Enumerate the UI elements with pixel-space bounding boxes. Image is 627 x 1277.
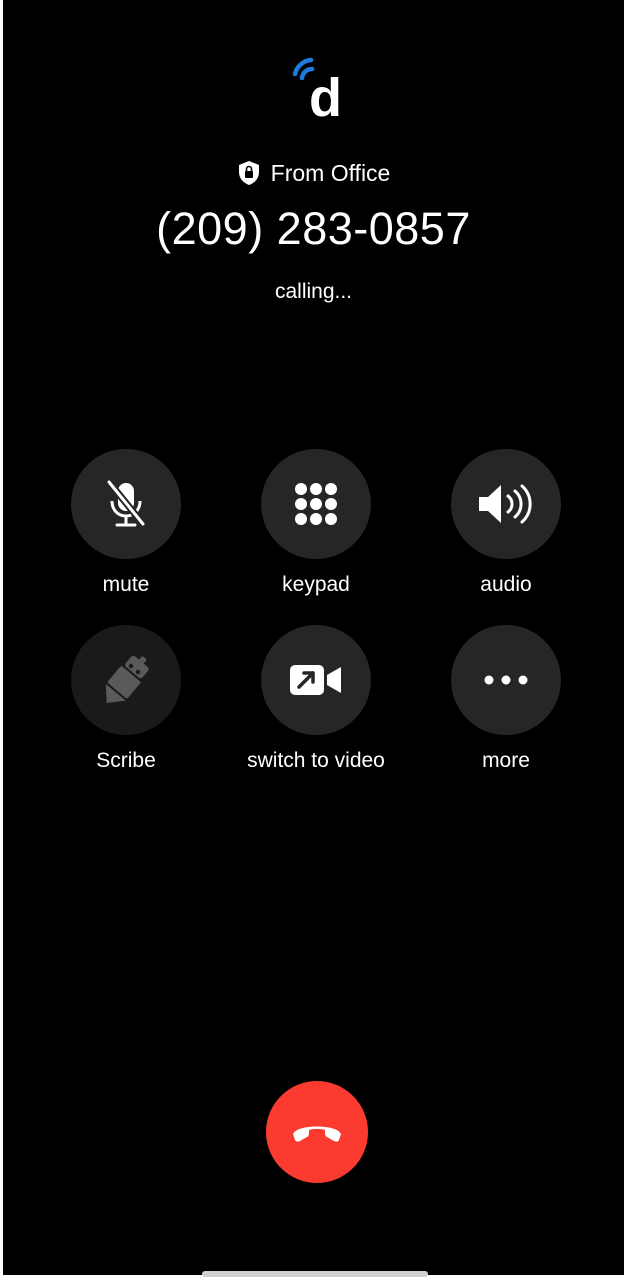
home-indicator[interactable] [202, 1271, 428, 1277]
more-circle[interactable] [451, 625, 561, 735]
keypad-button[interactable]: keypad [231, 449, 401, 597]
from-label: From Office [270, 159, 391, 186]
phone-down-icon [293, 1126, 341, 1142]
shield-lock-icon [238, 161, 259, 185]
ellipsis-icon [484, 675, 528, 685]
keypad-circle[interactable] [261, 449, 371, 559]
brand-logo-icon: d [292, 57, 342, 122]
microphone-slash-icon [106, 479, 146, 527]
scribe-circle[interactable] [71, 625, 181, 735]
mute-button[interactable]: mute [41, 449, 211, 597]
logo-letter: d [309, 68, 342, 122]
switch-to-video-button[interactable]: switch to video [231, 625, 401, 773]
keypad-label: keypad [282, 573, 350, 596]
call-screen: d From Office (209) 283-0857 calling... … [3, 0, 624, 1275]
more-label: more [482, 749, 530, 772]
caller-id-row: From Office [3, 156, 624, 190]
mute-label: mute [102, 573, 150, 596]
end-call-button[interactable] [266, 1081, 368, 1183]
audio-button[interactable]: audio [421, 449, 591, 597]
mute-circle[interactable] [71, 449, 181, 559]
phone-number: (209) 283-0857 [156, 203, 471, 254]
scribe-button[interactable]: Scribe [41, 625, 211, 773]
switch-to-video-label: switch to video [247, 749, 385, 772]
scribe-label: Scribe [96, 749, 156, 772]
more-button[interactable]: more [421, 625, 591, 773]
switch-to-video-circle[interactable] [261, 625, 371, 735]
video-camera-icon [290, 665, 341, 695]
audio-circle[interactable] [451, 449, 561, 559]
keypad-grid-icon [295, 483, 337, 525]
speaker-wave-icon [479, 484, 532, 524]
audio-label: audio [480, 573, 532, 596]
call-status: calling... [274, 280, 353, 303]
robot-pen-icon [105, 655, 149, 703]
